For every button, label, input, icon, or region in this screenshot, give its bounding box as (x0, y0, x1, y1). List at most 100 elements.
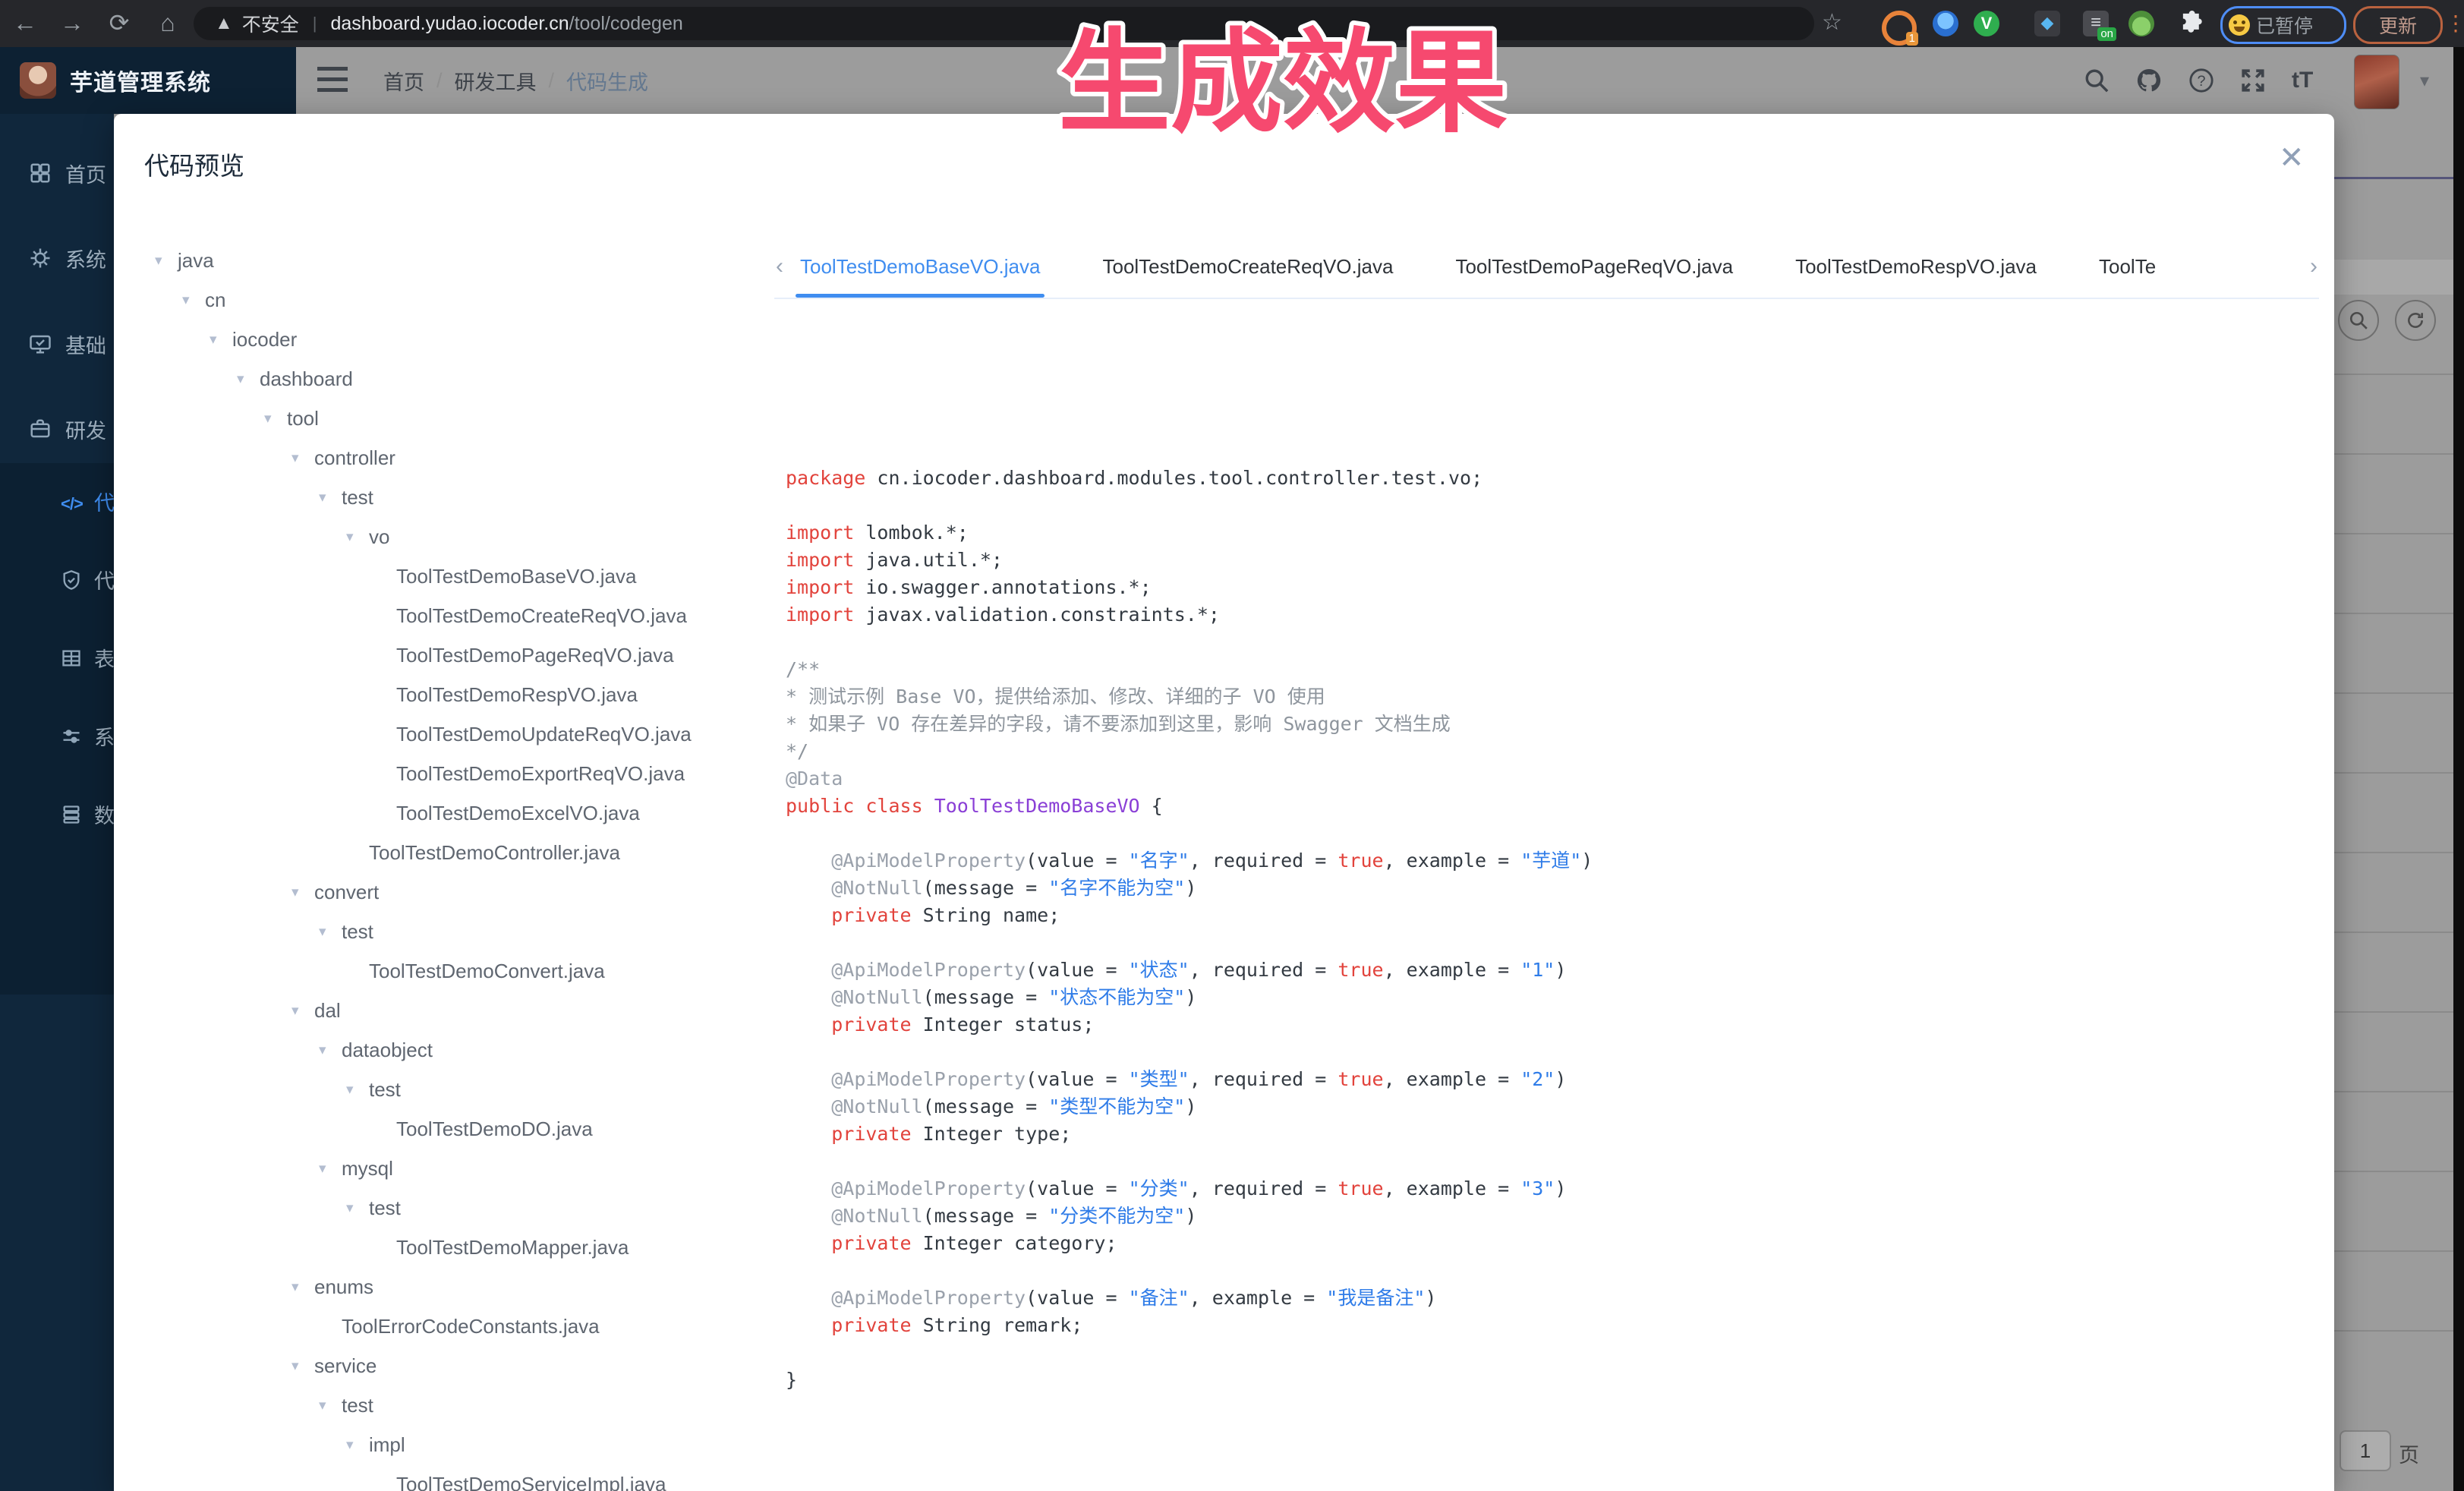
caret-down-icon[interactable]: ▾ (291, 1002, 314, 1020)
extension-diamond-icon[interactable]: ◆ (2034, 11, 2060, 36)
caret-down-icon[interactable]: ▾ (346, 1199, 369, 1217)
sidebar-subitem-3[interactable]: 系 (0, 714, 114, 757)
tab-tooltestdemocreatereqvo-java[interactable]: ToolTestDemoCreateReqVO.java (1102, 235, 1393, 298)
github-icon[interactable] (2135, 67, 2163, 94)
caret-down-icon[interactable]: ▾ (319, 1160, 342, 1177)
tab-toolte[interactable]: ToolTe (2099, 235, 2156, 298)
tab-tooltestdemopagereqvo-java[interactable]: ToolTestDemoPageReqVO.java (1455, 235, 1733, 298)
tree-file[interactable]: ToolTestDemoUpdateReqVO.java (155, 714, 777, 754)
caret-down-icon[interactable]: ▾ (346, 1436, 369, 1454)
tree-folder[interactable]: ▾controller (155, 438, 777, 478)
tree-folder[interactable]: ▾dashboard (155, 359, 777, 399)
tree-file[interactable]: ToolTestDemoMapper.java (155, 1228, 777, 1267)
tree-folder[interactable]: ▾dal (155, 991, 777, 1030)
caret-down-icon[interactable]: ▾ (346, 1081, 369, 1099)
home-icon[interactable]: ⌂ (149, 0, 187, 47)
extensions-puzzle-icon[interactable] (2177, 11, 2203, 36)
tree-folder[interactable]: ▾tool (155, 399, 777, 438)
font-size-icon[interactable]: tT (2292, 68, 2313, 93)
bg-refresh-button[interactable] (2395, 300, 2436, 341)
sidebar-item-1[interactable]: 系统 (0, 237, 114, 279)
sidebar-subitem-2[interactable]: 表 (0, 636, 114, 679)
extension-pin-icon[interactable] (1933, 11, 1958, 36)
tree-folder[interactable]: ▾test (155, 1188, 777, 1228)
tree-folder[interactable]: ▾test (155, 1385, 777, 1425)
extension-green-v-icon[interactable]: V (1974, 11, 1999, 36)
caret-down-icon[interactable]: ▾ (319, 1042, 342, 1059)
tree-folder[interactable]: ▾enums (155, 1267, 777, 1307)
tree-folder[interactable]: ▾java (155, 241, 777, 280)
tree-file[interactable]: ToolTestDemoPageReqVO.java (155, 635, 777, 675)
sidebar-subitem-4[interactable]: 数 (0, 793, 114, 835)
tree-file[interactable]: ToolErrorCodeConstants.java (155, 1307, 777, 1346)
sidebar-subitem-0[interactable]: </>代 (0, 480, 114, 522)
help-icon[interactable]: ? (2188, 68, 2214, 93)
logo-block[interactable]: 芋道管理系统 (0, 47, 296, 114)
avatar-caret-icon[interactable]: ▾ (2420, 70, 2429, 92)
extension-list-icon[interactable]: ≡ on (2083, 11, 2109, 36)
back-icon[interactable]: ← (6, 0, 44, 47)
page-number-input[interactable]: 1 (2340, 1430, 2391, 1471)
fullscreen-icon[interactable] (2240, 68, 2266, 93)
bg-search-button[interactable] (2338, 300, 2379, 341)
close-icon[interactable]: ✕ (2279, 143, 2305, 173)
sidebar-subitem-1[interactable]: 代 (0, 558, 114, 600)
tree-folder[interactable]: ▾mysql (155, 1149, 777, 1188)
caret-down-icon[interactable]: ▾ (264, 410, 287, 427)
tree-folder[interactable]: ▾vo (155, 517, 777, 556)
tree-folder[interactable]: ▾iocoder (155, 320, 777, 359)
forward-icon[interactable]: → (53, 0, 91, 47)
breadcrumb-home[interactable]: 首页 (383, 66, 424, 96)
caret-down-icon[interactable]: ▾ (155, 252, 178, 270)
sidebar-item-3[interactable]: 研发 (0, 408, 114, 450)
caret-down-icon[interactable]: ▾ (210, 331, 232, 348)
sidebar-item-2[interactable]: 基础 (0, 323, 114, 365)
tree-file[interactable]: ToolTestDemoBaseVO.java (155, 556, 777, 596)
reload-icon[interactable]: ⟳ (100, 0, 138, 47)
breadcrumb-devtool[interactable]: 研发工具 (455, 66, 537, 96)
tree-folder[interactable]: ▾impl (155, 1425, 777, 1464)
tab-scroll-right-icon[interactable]: › (2310, 254, 2317, 279)
caret-down-icon[interactable]: ▾ (319, 923, 342, 941)
sidebar-collapse-icon[interactable] (317, 67, 348, 93)
update-button[interactable]: 更新 (2353, 6, 2443, 44)
tree-folder[interactable]: ▾convert (155, 872, 777, 912)
search-icon[interactable] (2084, 68, 2110, 93)
tree-file[interactable]: ToolTestDemoCreateReqVO.java (155, 596, 777, 635)
tree-label: ToolTestDemoBaseVO.java (396, 565, 636, 588)
chrome-menu-icon[interactable]: ⋮ (2445, 11, 2464, 36)
tree-file[interactable]: ToolTestDemoDO.java (155, 1109, 777, 1149)
tree-folder[interactable]: ▾test (155, 1070, 777, 1109)
tab-tooltestdemorespvo-java[interactable]: ToolTestDemoRespVO.java (1795, 235, 2037, 298)
caret-down-icon[interactable]: ▾ (291, 449, 314, 467)
tree-file[interactable]: ToolTestDemoConvert.java (155, 951, 777, 991)
tree-file[interactable]: ToolTestDemoRespVO.java (155, 675, 777, 714)
extension-plant-icon[interactable] (2128, 11, 2154, 36)
sidebar-item-0[interactable]: 首页 (0, 152, 114, 194)
extension-orange-icon[interactable]: 1 (1882, 11, 1917, 46)
paused-profile-pill[interactable]: 已暂停 (2220, 6, 2346, 44)
caret-down-icon[interactable]: ▾ (291, 1357, 314, 1375)
caret-down-icon[interactable]: ▾ (291, 1278, 314, 1296)
tree-folder[interactable]: ▾dataobject (155, 1030, 777, 1070)
tab-scroll-left-icon[interactable]: ‹ (776, 254, 783, 279)
tree-folder[interactable]: ▾test (155, 478, 777, 517)
tree-file[interactable]: ToolTestDemoExcelVO.java (155, 793, 777, 833)
page-scrollbar[interactable] (2453, 47, 2464, 1491)
caret-down-icon[interactable]: ▾ (319, 1397, 342, 1414)
tree-folder[interactable]: ▾cn (155, 280, 777, 320)
tree-file[interactable]: ToolTestDemoExportReqVO.java (155, 754, 777, 793)
caret-down-icon[interactable]: ▾ (182, 292, 205, 309)
caret-down-icon[interactable]: ▾ (291, 884, 314, 901)
tab-tooltestdemobasevo-java[interactable]: ToolTestDemoBaseVO.java (800, 235, 1040, 298)
tree-file[interactable]: ToolTestDemoController.java (155, 833, 777, 872)
tree-file[interactable]: ToolTestDemoServiceImpl.java (155, 1464, 777, 1491)
bookmark-star-icon[interactable]: ☆ (1822, 0, 1842, 47)
caret-down-icon[interactable]: ▾ (237, 370, 260, 388)
url-bar[interactable]: ▲ 不安全 | dashboard.yudao.iocoder.cn/tool/… (194, 7, 1814, 40)
tree-folder[interactable]: ▾service (155, 1346, 777, 1385)
caret-down-icon[interactable]: ▾ (346, 528, 369, 546)
tree-folder[interactable]: ▾test (155, 912, 777, 951)
caret-down-icon[interactable]: ▾ (319, 489, 342, 506)
user-avatar[interactable] (2354, 55, 2399, 109)
